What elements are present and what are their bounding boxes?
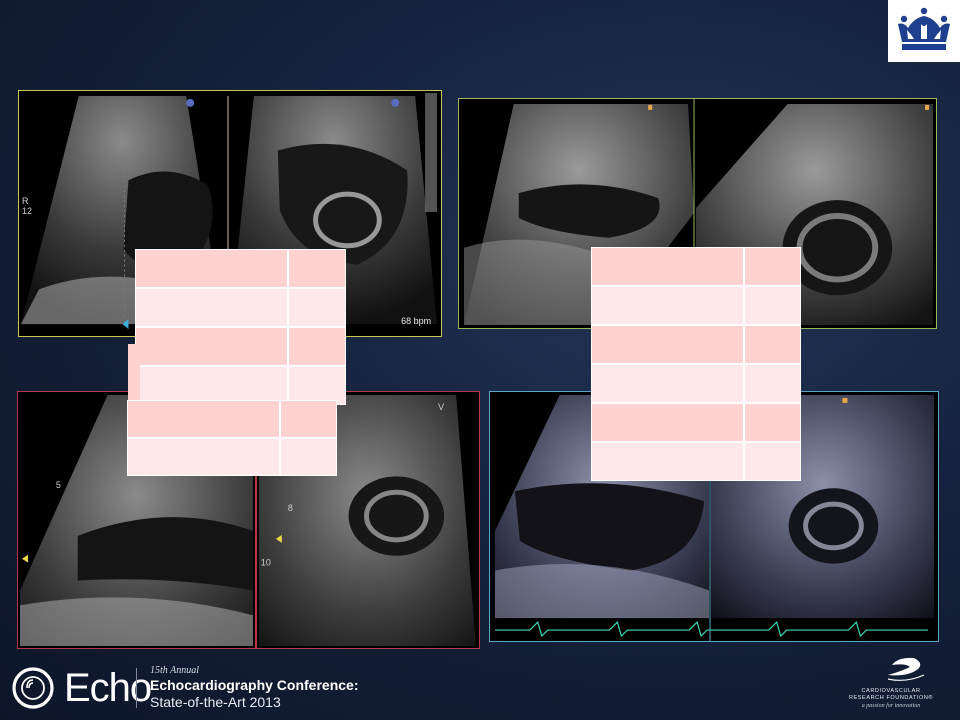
crown-icon [898,7,950,50]
conference-subtitle: State-of-the-Art 2013 [150,694,281,710]
conference-title: Echocardiography Conference: [150,677,359,693]
table-cell [127,438,280,476]
marker-label: R [22,196,29,206]
heart-rate-label: 68 bpm [401,316,431,326]
marker-v-label: V [438,402,444,412]
table-cell [591,286,744,325]
table-cell [280,438,337,476]
table-cell [135,327,288,366]
table-cell [591,442,744,481]
table-cell [591,247,744,286]
overlay-table-a [135,249,346,405]
table-cell [591,325,744,364]
table-cell [288,327,346,366]
depth-label: 12 [22,206,32,216]
table-cell [135,249,288,288]
overlay-table-c [591,247,801,481]
sponsor-name-line1: CARDIOVASCULAR [861,688,921,694]
table-cell [744,286,801,325]
table-cell [591,403,744,442]
crf-logo-icon [887,657,925,681]
overlay-table-b [127,400,337,476]
echo-logo-icon [12,667,54,709]
table-cell [744,247,801,286]
table-cell [744,364,801,403]
conference-annual: 15th Annual [150,665,199,676]
table-cell [280,400,337,438]
sponsor-tagline: a passion for innovation [861,703,921,709]
table-cell [744,325,801,364]
table-cell [127,400,280,438]
table-cell [288,288,346,327]
table-cell [135,288,288,327]
depth-5-label: 5 [56,480,61,490]
echo-brand-word: Echo [64,666,152,710]
depth-10-label: 10 [261,558,271,568]
table-cell [744,403,801,442]
table-cell [288,249,346,288]
sponsor-name-line2: RESEARCH FOUNDATION® [848,695,934,701]
overlay-bar [128,344,140,400]
columbia-crown-logo [888,0,960,62]
slide: 12 R 68 bpm 5 8 10 V Echo 15th Annual Ec… [0,0,960,720]
footer-divider [136,668,137,708]
depth-8-label: 8 [288,503,293,513]
table-cell [744,442,801,481]
sponsor-name: CARDIOVASCULAR RESEARCH FOUNDATION® [826,688,956,702]
table-cell [591,364,744,403]
